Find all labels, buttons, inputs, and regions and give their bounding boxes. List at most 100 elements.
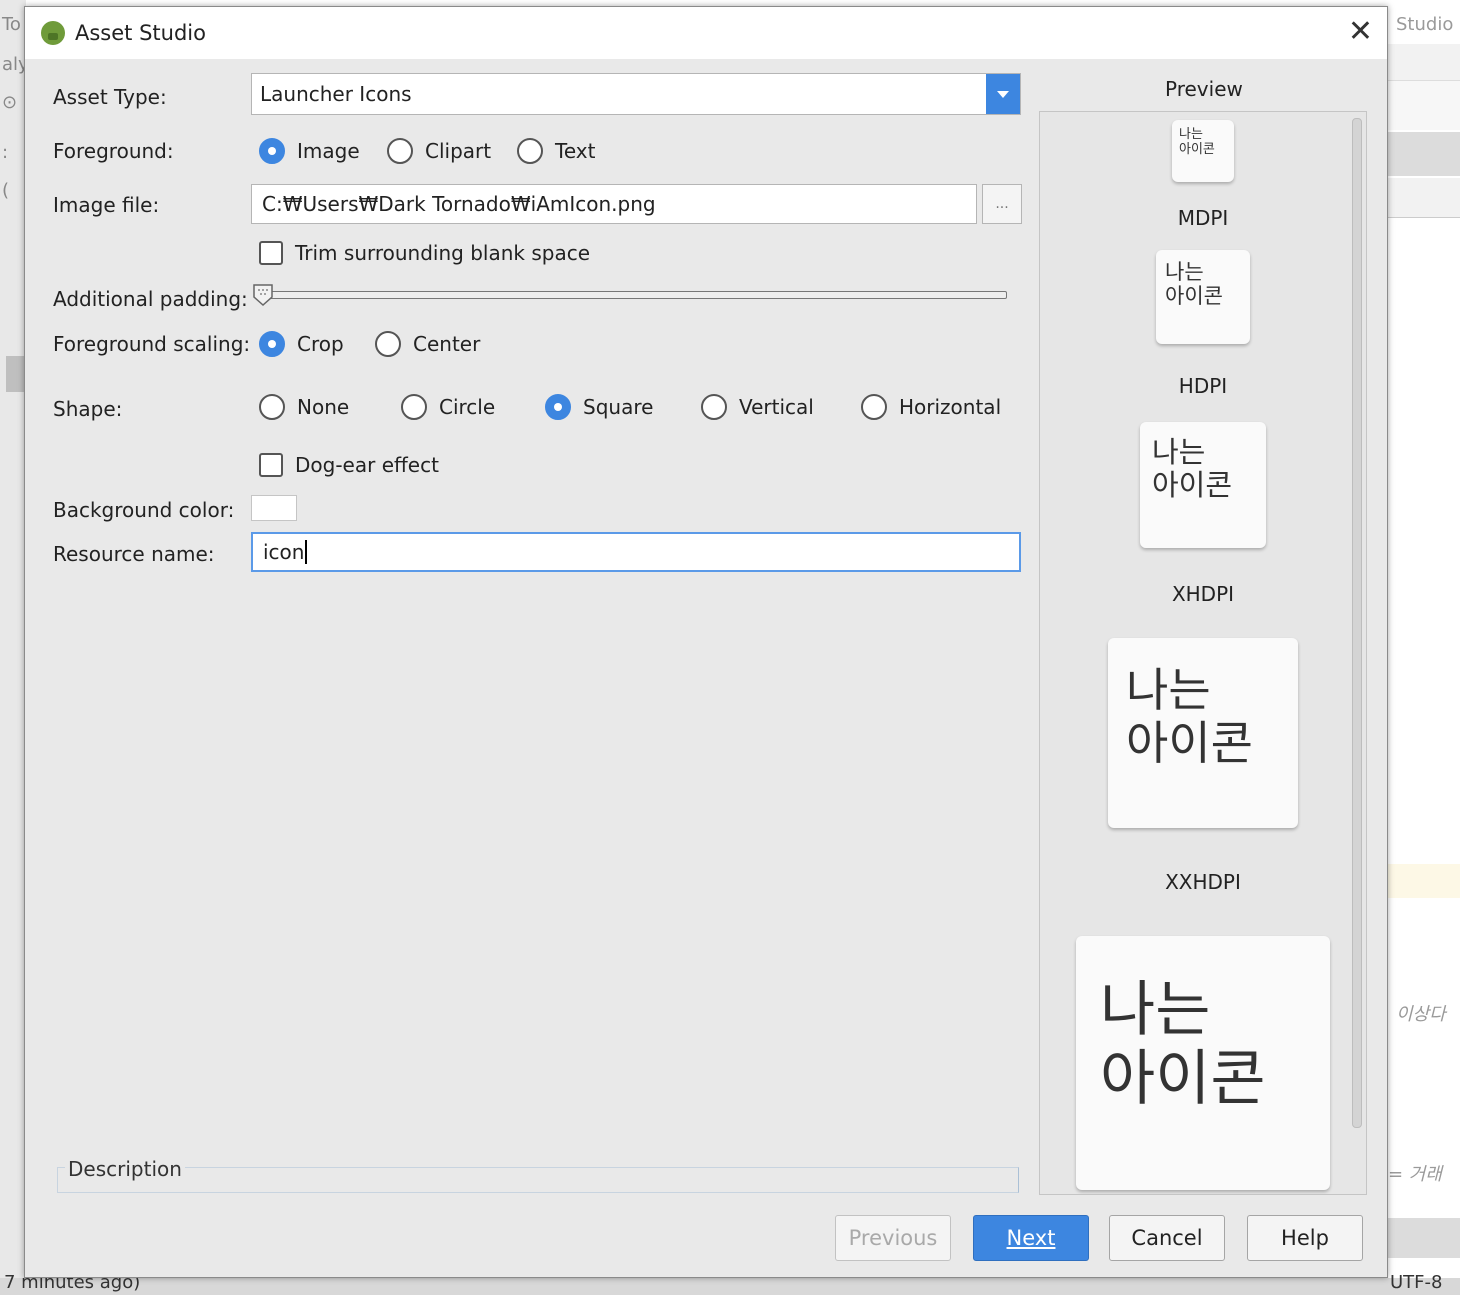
radio-icon <box>545 394 571 420</box>
asset-type-dropdown[interactable]: Launcher Icons <box>251 73 1021 115</box>
bg-fragment: ⊙ <box>2 92 18 113</box>
asset-studio-dialog: Asset Studio ✕ Asset Type: Launcher Icon… <box>24 6 1388 1278</box>
icon-text-line: 아이콘 <box>1152 468 1233 503</box>
previous-button[interactable]: Previous <box>835 1215 951 1261</box>
dialog-title: Asset Studio <box>75 21 206 45</box>
android-studio-icon <box>41 21 65 45</box>
help-button[interactable]: Help <box>1247 1215 1363 1261</box>
text-cursor <box>305 540 308 564</box>
shape-vertical-radio[interactable]: Vertical <box>701 394 814 420</box>
checkbox-label: Dog-ear effect <box>295 453 439 477</box>
icon-text-line: 아이콘 <box>1100 1044 1266 1114</box>
radio-icon <box>375 331 401 357</box>
radio-icon <box>259 138 285 164</box>
resource-name-value: icon <box>263 540 305 564</box>
shape-square-radio[interactable]: Square <box>545 394 653 420</box>
background-status-bar: 7 minutes ago) UTF-8 <box>0 1272 1460 1295</box>
radio-icon <box>517 138 543 164</box>
bg-block <box>6 356 24 392</box>
bg-fragment: = 거래 <box>1388 1164 1442 1185</box>
shape-horizontal-radio[interactable]: Horizontal <box>861 394 1001 420</box>
dpi-label-xhdpi: XHDPI <box>1171 582 1235 606</box>
icon-text-line: 아이콘 <box>1165 284 1223 309</box>
bg-band <box>1388 132 1460 176</box>
bg-fragment: ( <box>2 180 10 201</box>
next-button-label: Next <box>1006 1226 1056 1250</box>
cancel-button[interactable]: Cancel <box>1109 1215 1225 1261</box>
preview-icon-mdpi: 나는 아이콘 <box>1172 120 1234 182</box>
dpi-label-mdpi: MDPI <box>1177 206 1229 230</box>
asset-type-label: Asset Type: <box>53 85 167 109</box>
preview-icon-xhdpi: 나는 아이콘 <box>1140 422 1266 548</box>
next-button[interactable]: Next <box>973 1215 1089 1261</box>
radio-label: Circle <box>439 395 496 419</box>
icon-text-line: 아이콘 <box>1126 715 1253 770</box>
radio-label: Center <box>413 332 481 356</box>
background-ide-left: To aly ⊙ : ( <box>0 0 29 1295</box>
radio-icon <box>387 138 413 164</box>
icon-text-line: 나는 <box>1152 435 1206 469</box>
radio-label: Clipart <box>425 139 492 163</box>
bg-band <box>1388 1218 1460 1258</box>
radio-label: None <box>297 395 350 419</box>
padding-label: Additional padding: <box>53 287 248 311</box>
icon-text-line: 나는 <box>1165 260 1204 284</box>
radio-icon <box>259 394 285 420</box>
bg-fragment: : <box>2 142 9 163</box>
shape-none-radio[interactable]: None <box>259 394 349 420</box>
scaling-center-radio[interactable]: Center <box>375 331 480 357</box>
dpi-label-xxhdpi: XXHDPI <box>1165 870 1241 894</box>
radio-icon <box>861 394 887 420</box>
radio-label: Vertical <box>739 395 814 419</box>
foreground-image-radio[interactable]: Image <box>259 138 360 164</box>
background-color-swatch[interactable] <box>251 495 297 521</box>
browse-button[interactable]: ... <box>982 184 1022 224</box>
bg-band <box>1388 864 1460 898</box>
bg-fragment: 이상다 <box>1396 1004 1446 1025</box>
bg-band <box>1388 44 1460 80</box>
chevron-down-icon[interactable] <box>986 74 1020 114</box>
padding-slider-track[interactable] <box>257 291 1007 299</box>
bg-fragment: UTF-8 <box>1390 1272 1443 1293</box>
trim-checkbox[interactable]: Trim surrounding blank space <box>259 241 590 265</box>
foreground-text-radio[interactable]: Text <box>517 138 595 164</box>
shape-circle-radio[interactable]: Circle <box>401 394 495 420</box>
radio-icon <box>259 331 285 357</box>
image-file-label: Image file: <box>53 193 160 217</box>
preview-icon-hdpi: 나는 아이콘 <box>1156 250 1250 344</box>
icon-text-line: 아이콘 <box>1179 141 1215 157</box>
shape-label: Shape: <box>53 397 123 421</box>
checkbox-icon <box>259 241 283 265</box>
bg-fragment: Studio <box>1396 14 1454 35</box>
bg-fragment: To <box>2 14 21 35</box>
checkbox-label: Trim surrounding blank space <box>295 241 591 265</box>
radio-label: Text <box>555 139 596 163</box>
image-file-input[interactable]: C:₩Users₩Dark Tornado₩iAmIcon.png <box>251 184 977 224</box>
radio-label: Square <box>583 395 654 419</box>
dpi-label-hdpi: HDPI <box>1178 374 1228 398</box>
close-icon[interactable]: ✕ <box>1348 17 1373 47</box>
radio-label: Horizontal <box>899 395 1002 419</box>
checkbox-icon <box>259 453 283 477</box>
icon-text-line: 나는 <box>1179 127 1203 142</box>
preview-title: Preview <box>1165 77 1243 101</box>
padding-slider-thumb[interactable] <box>251 283 275 307</box>
radio-label: Crop <box>297 332 344 356</box>
dog-ear-checkbox[interactable]: Dog-ear effect <box>259 453 439 477</box>
scaling-crop-radio[interactable]: Crop <box>259 331 344 357</box>
description-label: Description <box>65 1157 185 1181</box>
icon-text-line: 나는 <box>1126 663 1211 717</box>
dialog-titlebar: Asset Studio ✕ <box>25 7 1387 59</box>
radio-label: Image <box>297 139 360 163</box>
scaling-label: Foreground scaling: <box>53 332 251 356</box>
resource-name-input[interactable]: icon <box>251 532 1021 572</box>
preview-icon-xxhdpi: 나는 아이콘 <box>1108 638 1298 828</box>
foreground-label: Foreground: <box>53 139 174 163</box>
preview-icon-xxxhdpi: 나는 아이콘 <box>1076 936 1330 1190</box>
foreground-clipart-radio[interactable]: Clipart <box>387 138 491 164</box>
description-panel <box>57 1167 1019 1193</box>
preview-scrollbar[interactable] <box>1352 118 1362 1128</box>
preview-panel: 나는 아이콘 MDPI 나는 아이콘 HDPI 나는 아이콘 XHDPI 나는 … <box>1039 111 1367 1195</box>
asset-type-value: Launcher Icons <box>260 82 412 106</box>
radio-icon <box>701 394 727 420</box>
